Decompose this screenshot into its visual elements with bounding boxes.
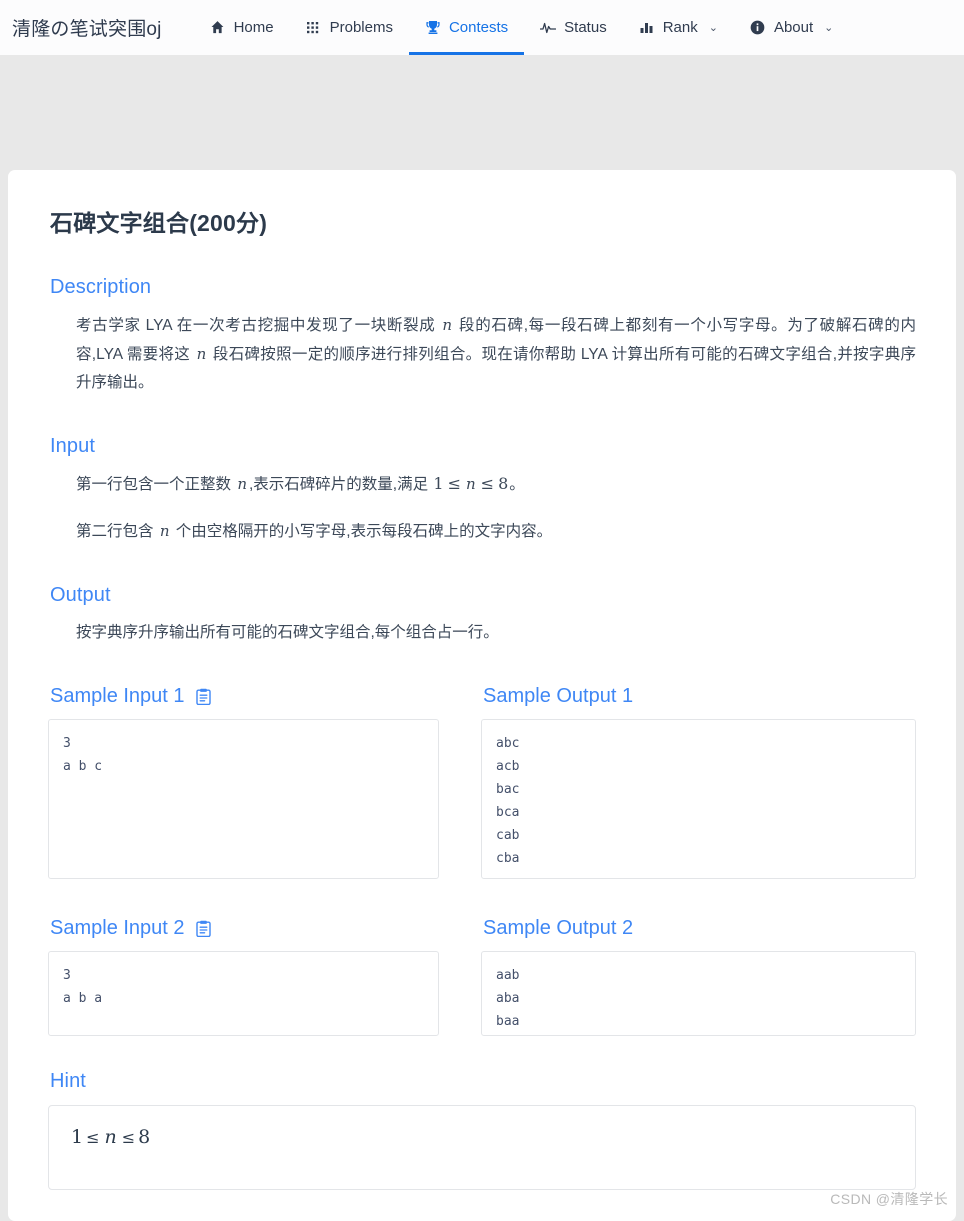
sample-input-2-label: Sample Input 2	[50, 917, 185, 939]
watermark: CSDN @清隆学长	[830, 1191, 948, 1207]
trophy-icon	[425, 20, 441, 36]
sample-output-1-box[interactable]: abc acb bac bca cab cba	[481, 719, 916, 879]
hint-var-n: n	[104, 1126, 117, 1148]
input-paragraph-1: 第一行包含一个正整数 n ,表示石碑碎片的数量,满足 1 ≤ n ≤8。	[76, 470, 916, 499]
sample-input-2-box[interactable]: 3 a b a	[48, 951, 439, 1036]
nav-label-rank: Rank	[662, 19, 698, 36]
input-var-n: n	[237, 475, 247, 493]
sample-group-1: Sample Input 1 3 a b c Sample Output 1 a…	[48, 647, 916, 879]
nav-label-about: About	[773, 19, 814, 36]
nav-items: Home Problems Contests Status Rank ⌄ Abo…	[194, 0, 850, 55]
description-paragraph: 考古学家 LYA 在一次考古挖掘中发现了一块断裂成 n 段的石碑,每一段石碑上都…	[76, 311, 916, 397]
sample-output-2-label: Sample Output 2	[483, 917, 634, 939]
home-icon	[210, 20, 226, 36]
nav-item-home[interactable]: Home	[194, 0, 290, 55]
info-icon	[750, 20, 766, 36]
grid-icon	[306, 20, 322, 36]
sample-group-2: Sample Input 2 3 a b a Sample Output 2 a…	[48, 879, 916, 1036]
section-heading-hint: Hint	[50, 1070, 86, 1092]
nav-item-rank[interactable]: Rank ⌄	[623, 0, 734, 55]
copy-icon[interactable]	[195, 920, 211, 937]
input-text-a: 第一行包含一个正整数	[76, 476, 236, 493]
sample-output-2-column: Sample Output 2 aab aba baa	[481, 879, 916, 1036]
copy-icon[interactable]	[195, 688, 211, 705]
input2-var-n: n	[159, 522, 170, 540]
input2-text-b: 个由空格隔开的小写字母,表示每段石碑上的文字内容。	[171, 523, 553, 540]
nav-item-about[interactable]: About ⌄	[734, 0, 849, 55]
sample-output-1-column: Sample Output 1 abc acb bac bca cab cba	[481, 647, 916, 879]
section-heading-description: Description	[50, 276, 152, 298]
hint-box: 1 ≤ n ≤8	[48, 1105, 916, 1190]
top-navbar: 清隆の笔试突围oj Home Problems Contests Status …	[0, 0, 964, 55]
sample-output-2-label-row: Sample Output 2	[483, 917, 916, 940]
sample-input-1-box[interactable]: 3 a b c	[48, 719, 439, 879]
chevron-down-icon: ⌄	[708, 22, 718, 34]
hint-bound-low: 1	[71, 1126, 84, 1148]
sample-input-2-label-row: Sample Input 2	[50, 917, 439, 940]
sample-output-2-box[interactable]: aab aba baa	[481, 951, 916, 1036]
input-var-n-bound: n	[466, 475, 476, 493]
sample-output-1-label: Sample Output 1	[483, 685, 634, 707]
desc-var-n-2: n	[196, 345, 207, 363]
input-bound-high: 8	[498, 474, 509, 493]
sample-input-1-label-row: Sample Input 1	[50, 685, 439, 708]
problem-card: 石碑文字组合(200分) Description 考古学家 LYA 在一次考古挖…	[8, 170, 956, 1221]
input-text-end: 。	[509, 476, 525, 493]
nav-label-problems: Problems	[329, 19, 393, 36]
activity-icon	[540, 20, 557, 36]
sample-input-2-column: Sample Input 2 3 a b a	[48, 879, 439, 1036]
nav-item-contests[interactable]: Contests	[408, 0, 525, 55]
nav-item-status[interactable]: Status	[524, 0, 623, 55]
hint-le-1: ≤	[86, 1128, 100, 1147]
sample-output-1-label-row: Sample Output 1	[483, 685, 916, 708]
page-title: 石碑文字组合(200分)	[50, 210, 268, 236]
bars-icon	[639, 20, 655, 36]
nav-label-home: Home	[233, 19, 274, 36]
input-le-1: ≤	[447, 474, 461, 493]
nav-label-contests: Contests	[448, 19, 509, 36]
output-paragraph: 按字典序升序输出所有可能的石碑文字组合,每个组合占一行。	[76, 624, 499, 641]
input-paragraph-2: 第二行包含 n 个由空格隔开的小写字母,表示每段石碑上的文字内容。	[76, 517, 916, 546]
desc-var-n-1: n	[442, 316, 453, 334]
nav-item-problems[interactable]: Problems	[290, 0, 409, 55]
hint-bound-high: 8	[138, 1126, 151, 1148]
site-brand[interactable]: 清隆の笔试突围oj	[12, 14, 162, 41]
section-heading-output: Output	[50, 584, 111, 606]
hint-le-2: ≤	[121, 1128, 136, 1147]
input-le-2: ≤	[480, 474, 495, 493]
input-bound-low: 1	[433, 474, 444, 493]
input-text-b: ,表示石碑碎片的数量,满足	[248, 476, 433, 493]
input2-text-a: 第二行包含	[76, 523, 158, 540]
nav-label-status: Status	[564, 19, 607, 36]
desc-text-a: 考古学家 LYA 在一次考古挖掘中发现了一块断裂成	[76, 317, 441, 334]
chevron-down-icon: ⌄	[824, 22, 834, 34]
sample-input-1-column: Sample Input 1 3 a b c	[48, 647, 439, 879]
section-heading-input: Input	[50, 435, 95, 457]
hint-formula: 1 ≤ n ≤8	[71, 1126, 150, 1148]
sample-input-1-label: Sample Input 1	[50, 685, 185, 707]
